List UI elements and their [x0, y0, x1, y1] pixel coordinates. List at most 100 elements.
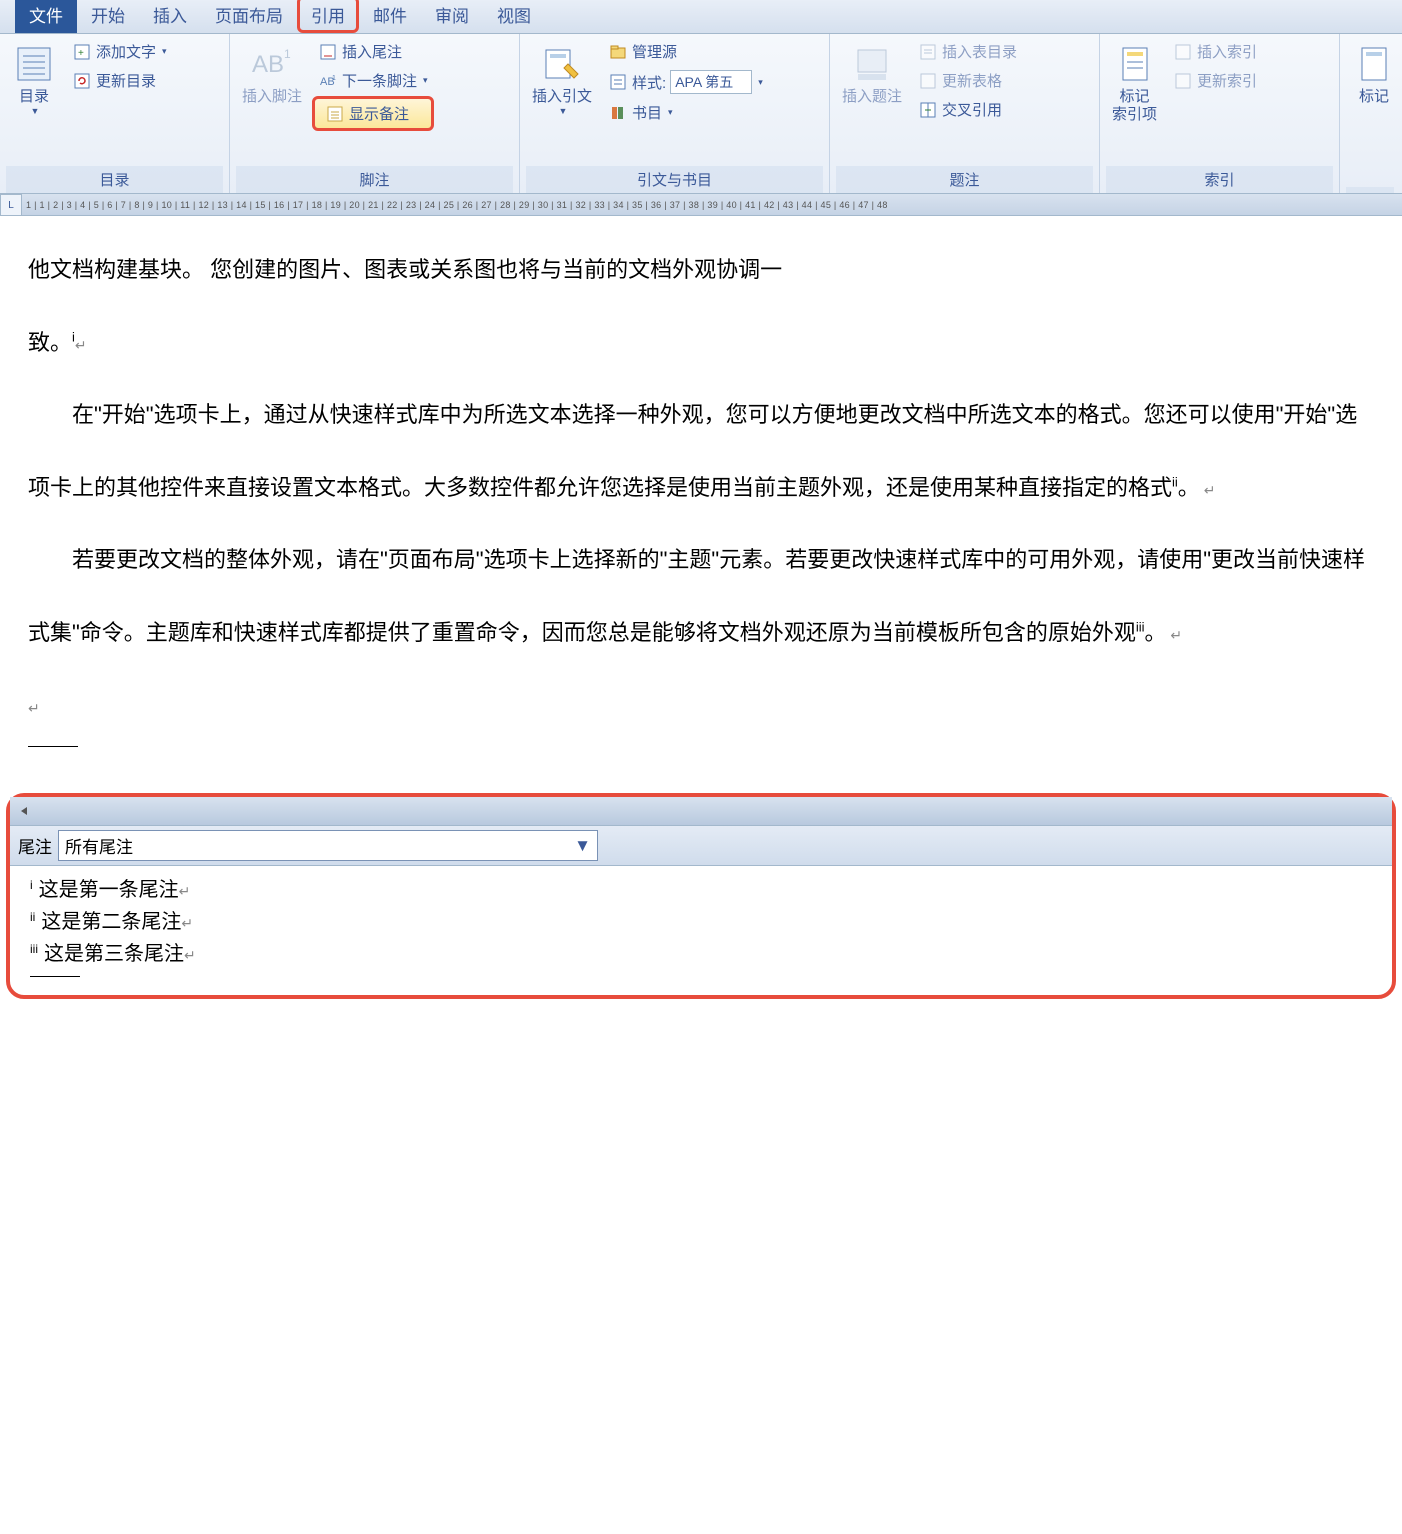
insert-index-label: 插入索引 [1197, 41, 1257, 62]
manage-sources-button[interactable]: 管理源 [602, 38, 769, 65]
mark-entry-button[interactable]: 标记 索引项 [1106, 38, 1163, 128]
update-index-button[interactable]: 更新索引 [1167, 67, 1263, 94]
ribbon: 目录 ▼ + 添加文字 ▾ 更新目录 目录 [0, 34, 1402, 194]
insert-endnote-button[interactable]: 插入尾注 [312, 38, 434, 65]
tab-view[interactable]: 视图 [483, 0, 545, 33]
toc-label: 目录 [19, 88, 49, 106]
next-footnote-label: 下一条脚注 [342, 70, 417, 91]
tab-review[interactable]: 审阅 [421, 0, 483, 33]
group-toa: 标记 [1340, 34, 1400, 193]
tab-home[interactable]: 开始 [77, 0, 139, 33]
mark-citation-label: 标记 [1359, 88, 1389, 106]
endnote-item-ref: i [30, 878, 33, 892]
endnote-filter-select[interactable]: 所有尾注 ▼ [58, 830, 598, 861]
insert-index-button[interactable]: 插入索引 [1167, 38, 1263, 65]
doc-p1-part1: 他文档构建基块。 您创建的图片、图表或关系图也将与当前的文档外观协调一 [28, 257, 782, 282]
update-toc-button[interactable]: 更新目录 [66, 67, 173, 94]
horizontal-ruler[interactable]: 1 | 1 | 2 | 3 | 4 | 5 | 6 | 7 | 8 | 9 | … [0, 194, 1402, 216]
manage-sources-icon [608, 42, 628, 62]
group-toa-label [1346, 187, 1394, 193]
tab-page-layout[interactable]: 页面布局 [201, 0, 297, 33]
add-text-label: 添加文字 [96, 41, 156, 62]
group-citations: 插入引文 ▼ 管理源 样式: APA 第五 ▾ [520, 34, 830, 193]
doc-p1-part2: 致。 [28, 330, 72, 355]
cross-ref-label: 交叉引用 [942, 99, 1002, 120]
group-citations-label: 引文与书目 [526, 166, 823, 193]
endnote-ref-3[interactable]: iii [1136, 620, 1145, 635]
insert-citation-button[interactable]: 插入引文 ▼ [526, 38, 598, 120]
group-toc-label: 目录 [6, 166, 223, 193]
endnote-pane-scrollbar[interactable] [10, 797, 1392, 825]
endnote-separator [30, 976, 80, 977]
endnote-item[interactable]: iii这是第三条尾注↵ [30, 938, 1372, 970]
tab-mailings[interactable]: 邮件 [359, 0, 421, 33]
mark-citation-icon [1352, 42, 1396, 86]
cross-ref-icon [918, 100, 938, 120]
update-toc-icon [72, 71, 92, 91]
endnote-item[interactable]: i这是第一条尾注↵ [30, 874, 1372, 906]
endnote-item-text: 这是第二条尾注 [41, 911, 181, 933]
scroll-left-icon[interactable] [16, 803, 32, 819]
mark-entry-label: 标记 索引项 [1112, 88, 1157, 124]
citation-style-button[interactable]: 样式: APA 第五 ▾ [602, 67, 769, 97]
endnote-pane: 尾注 所有尾注 ▼ i这是第一条尾注↵ ii这是第二条尾注↵ iii这是第三条尾… [6, 793, 1396, 999]
insert-tof-label: 插入表目录 [942, 41, 1017, 62]
bibliography-button[interactable]: 书目 ▾ [602, 99, 769, 126]
update-table-button[interactable]: 更新表格 [912, 67, 1023, 94]
endnote-list[interactable]: i这是第一条尾注↵ ii这是第二条尾注↵ iii这是第三条尾注↵ [10, 866, 1392, 995]
style-select[interactable]: APA 第五 [670, 70, 752, 94]
tab-file[interactable]: 文件 [15, 0, 77, 33]
manage-sources-label: 管理源 [632, 41, 677, 62]
doc-p2-end: 。 [1178, 475, 1200, 500]
endnote-filter-value: 所有尾注 [65, 833, 133, 858]
svg-text:+: + [78, 48, 84, 59]
paragraph-mark-icon: ↵ [75, 337, 87, 353]
tab-insert[interactable]: 插入 [139, 0, 201, 33]
paragraph-mark-icon: ↵ [1200, 482, 1216, 498]
update-table-icon [918, 71, 938, 91]
group-index-label: 索引 [1106, 166, 1333, 193]
add-text-button[interactable]: + 添加文字 ▾ [66, 38, 173, 65]
dropdown-arrow-icon: ▼ [31, 106, 40, 116]
show-notes-icon [325, 104, 345, 124]
svg-text:AB: AB [252, 51, 284, 78]
show-notes-label: 显示备注 [349, 103, 409, 124]
update-index-icon [1173, 71, 1193, 91]
insert-tof-button[interactable]: 插入表目录 [912, 38, 1023, 65]
paragraph-mark-icon: ↵ [184, 947, 196, 963]
group-footnotes: AB1 插入脚注 插入尾注 AB1 下一条脚注 ▾ [230, 34, 520, 193]
endnote-item-text: 这是第三条尾注 [44, 943, 184, 965]
paragraph-mark-icon: ↵ [28, 700, 40, 716]
style-label: 样式: [632, 72, 666, 93]
doc-p2: 在"开始"选项卡上，通过从快速样式库中为所选文本选择一种外观，您可以方便地更改文… [28, 402, 1357, 500]
bibliography-label: 书目 [632, 102, 662, 123]
svg-text:1: 1 [284, 47, 291, 61]
document-body[interactable]: 他文档构建基块。 您创建的图片、图表或关系图也将与当前的文档外观协调一 致。i↵… [0, 216, 1402, 787]
insert-citation-icon [540, 42, 584, 86]
mark-entry-icon [1113, 42, 1157, 86]
dropdown-arrow-icon: ▾ [423, 75, 428, 86]
show-notes-button[interactable]: 显示备注 [312, 96, 434, 131]
ruler-corner[interactable]: L [0, 194, 22, 216]
tab-references[interactable]: 引用 [297, 0, 359, 33]
group-index: 标记 索引项 插入索引 更新索引 索引 [1100, 34, 1340, 193]
cross-ref-button[interactable]: 交叉引用 [912, 96, 1023, 123]
insert-index-icon [1173, 42, 1193, 62]
paragraph-mark-icon: ↵ [1167, 627, 1183, 643]
insert-footnote-button[interactable]: AB1 插入脚注 [236, 38, 308, 110]
dropdown-arrow-icon: ▼ [574, 836, 591, 856]
dropdown-arrow-icon: ▾ [758, 77, 763, 88]
endnote-pane-label: 尾注 [18, 833, 52, 858]
endnote-item[interactable]: ii这是第二条尾注↵ [30, 906, 1372, 938]
insert-caption-label: 插入题注 [842, 88, 902, 106]
dropdown-arrow-icon: ▾ [162, 46, 167, 57]
insert-footnote-icon: AB1 [250, 42, 294, 86]
insert-caption-icon [850, 42, 894, 86]
next-footnote-button[interactable]: AB1 下一条脚注 ▾ [312, 67, 434, 94]
group-toc: 目录 ▼ + 添加文字 ▾ 更新目录 目录 [0, 34, 230, 193]
toc-button[interactable]: 目录 ▼ [6, 38, 62, 120]
svg-text:1: 1 [332, 75, 336, 82]
mark-citation-button[interactable]: 标记 [1346, 38, 1402, 110]
insert-caption-button[interactable]: 插入题注 [836, 38, 908, 110]
ribbon-tabs: 文件 开始 插入 页面布局 引用 邮件 审阅 视图 [0, 0, 1402, 34]
